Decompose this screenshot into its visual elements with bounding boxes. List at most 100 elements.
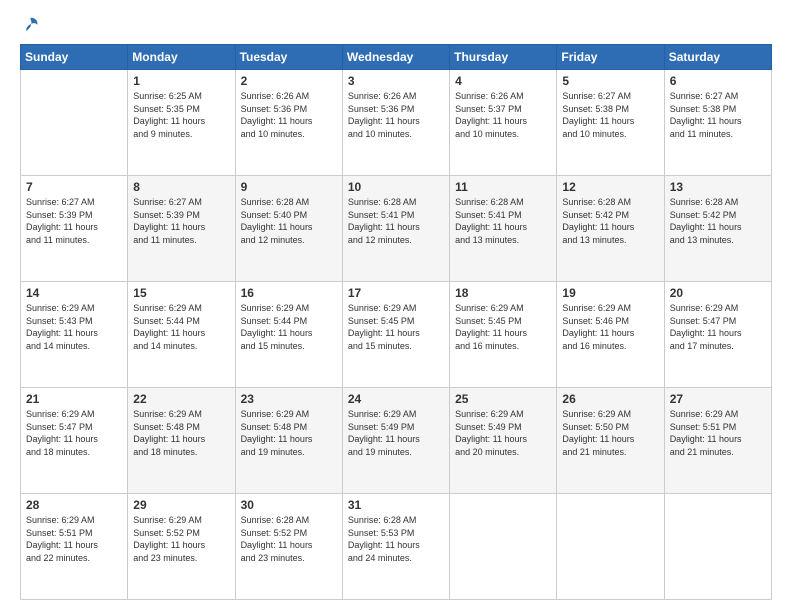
calendar-cell xyxy=(557,494,664,600)
day-number: 11 xyxy=(455,180,551,194)
calendar-cell: 21 Sunrise: 6:29 AM Sunset: 5:47 PM Dayli… xyxy=(21,388,128,494)
calendar-cell: 25 Sunrise: 6:29 AM Sunset: 5:49 PM Dayli… xyxy=(450,388,557,494)
calendar-cell: 30 Sunrise: 6:28 AM Sunset: 5:52 PM Dayli… xyxy=(235,494,342,600)
calendar-cell: 19 Sunrise: 6:29 AM Sunset: 5:46 PM Dayli… xyxy=(557,282,664,388)
day-number: 10 xyxy=(348,180,444,194)
calendar-cell: 15 Sunrise: 6:29 AM Sunset: 5:44 PM Dayli… xyxy=(128,282,235,388)
week-row-3: 14Sunrise: 6:29 AM Sunset: 5:43 PM Dayli… xyxy=(21,282,772,388)
day-number: 5 xyxy=(562,74,658,88)
day-number: 20 xyxy=(670,286,766,300)
calendar-cell: 5 Sunrise: 6:27 AM Sunset: 5:38 PM Daylig… xyxy=(557,70,664,176)
day-number: 22 xyxy=(133,392,229,406)
col-header-saturday: Saturday xyxy=(664,45,771,70)
day-info: Sunrise: 6:29 AM Sunset: 5:44 PM Dayligh… xyxy=(241,302,337,352)
calendar-cell: 18Sunrise: 6:29 AM Sunset: 5:45 PM Dayli… xyxy=(450,282,557,388)
day-info: Sunrise: 6:29 AM Sunset: 5:50 PM Dayligh… xyxy=(562,408,658,458)
calendar-cell: 1Sunrise: 6:25 AM Sunset: 5:35 PM Daylig… xyxy=(128,70,235,176)
calendar-cell: 29Sunrise: 6:29 AM Sunset: 5:52 PM Dayli… xyxy=(128,494,235,600)
day-info: Sunrise: 6:28 AM Sunset: 5:42 PM Dayligh… xyxy=(670,196,766,246)
day-info: Sunrise: 6:26 AM Sunset: 5:37 PM Dayligh… xyxy=(455,90,551,140)
day-info: Sunrise: 6:29 AM Sunset: 5:51 PM Dayligh… xyxy=(670,408,766,458)
calendar-cell: 2 Sunrise: 6:26 AM Sunset: 5:36 PM Daylig… xyxy=(235,70,342,176)
calendar-cell xyxy=(21,70,128,176)
day-info: Sunrise: 6:29 AM Sunset: 5:51 PM Dayligh… xyxy=(26,514,122,564)
day-info: Sunrise: 6:28 AM Sunset: 5:42 PM Dayligh… xyxy=(562,196,658,246)
day-number: 30 xyxy=(241,498,337,512)
calendar-cell: 28 Sunrise: 6:29 AM Sunset: 5:51 PM Dayli… xyxy=(21,494,128,600)
day-number: 25 xyxy=(455,392,551,406)
calendar-cell: 31Sunrise: 6:28 AM Sunset: 5:53 PM Dayli… xyxy=(342,494,449,600)
col-header-sunday: Sunday xyxy=(21,45,128,70)
calendar-cell: 22 Sunrise: 6:29 AM Sunset: 5:48 PM Dayli… xyxy=(128,388,235,494)
calendar-cell: 24Sunrise: 6:29 AM Sunset: 5:49 PM Dayli… xyxy=(342,388,449,494)
day-info: Sunrise: 6:28 AM Sunset: 5:41 PM Dayligh… xyxy=(348,196,444,246)
calendar: SundayMondayTuesdayWednesdayThursdayFrid… xyxy=(20,44,772,600)
calendar-cell: 4 Sunrise: 6:26 AM Sunset: 5:37 PM Daylig… xyxy=(450,70,557,176)
day-number: 23 xyxy=(241,392,337,406)
day-info: Sunrise: 6:29 AM Sunset: 5:46 PM Dayligh… xyxy=(562,302,658,352)
calendar-cell: 27Sunrise: 6:29 AM Sunset: 5:51 PM Dayli… xyxy=(664,388,771,494)
day-info: Sunrise: 6:29 AM Sunset: 5:45 PM Dayligh… xyxy=(348,302,444,352)
week-row-1: 1Sunrise: 6:25 AM Sunset: 5:35 PM Daylig… xyxy=(21,70,772,176)
calendar-cell: 6Sunrise: 6:27 AM Sunset: 5:38 PM Daylig… xyxy=(664,70,771,176)
day-info: Sunrise: 6:27 AM Sunset: 5:38 PM Dayligh… xyxy=(670,90,766,140)
day-number: 17 xyxy=(348,286,444,300)
calendar-cell: 13 Sunrise: 6:28 AM Sunset: 5:42 PM Dayli… xyxy=(664,176,771,282)
header-row: SundayMondayTuesdayWednesdayThursdayFrid… xyxy=(21,45,772,70)
day-info: Sunrise: 6:27 AM Sunset: 5:38 PM Dayligh… xyxy=(562,90,658,140)
day-number: 31 xyxy=(348,498,444,512)
day-info: Sunrise: 6:29 AM Sunset: 5:44 PM Dayligh… xyxy=(133,302,229,352)
calendar-cell: 12Sunrise: 6:28 AM Sunset: 5:42 PM Dayli… xyxy=(557,176,664,282)
calendar-cell: 11 Sunrise: 6:28 AM Sunset: 5:41 PM Dayli… xyxy=(450,176,557,282)
day-number: 21 xyxy=(26,392,122,406)
day-info: Sunrise: 6:29 AM Sunset: 5:47 PM Dayligh… xyxy=(26,408,122,458)
calendar-cell: 8 Sunrise: 6:27 AM Sunset: 5:39 PM Daylig… xyxy=(128,176,235,282)
day-number: 2 xyxy=(241,74,337,88)
calendar-cell: 23 Sunrise: 6:29 AM Sunset: 5:48 PM Dayli… xyxy=(235,388,342,494)
calendar-cell: 16 Sunrise: 6:29 AM Sunset: 5:44 PM Dayli… xyxy=(235,282,342,388)
day-number: 8 xyxy=(133,180,229,194)
day-info: Sunrise: 6:27 AM Sunset: 5:39 PM Dayligh… xyxy=(26,196,122,246)
day-number: 18 xyxy=(455,286,551,300)
calendar-cell: 3Sunrise: 6:26 AM Sunset: 5:36 PM Daylig… xyxy=(342,70,449,176)
day-number: 28 xyxy=(26,498,122,512)
day-info: Sunrise: 6:28 AM Sunset: 5:41 PM Dayligh… xyxy=(455,196,551,246)
calendar-cell: 10 Sunrise: 6:28 AM Sunset: 5:41 PM Dayli… xyxy=(342,176,449,282)
day-number: 29 xyxy=(133,498,229,512)
page: SundayMondayTuesdayWednesdayThursdayFrid… xyxy=(0,0,792,612)
day-number: 19 xyxy=(562,286,658,300)
calendar-cell xyxy=(450,494,557,600)
day-info: Sunrise: 6:26 AM Sunset: 5:36 PM Dayligh… xyxy=(241,90,337,140)
day-number: 7 xyxy=(26,180,122,194)
col-header-wednesday: Wednesday xyxy=(342,45,449,70)
header xyxy=(20,16,772,34)
day-info: Sunrise: 6:29 AM Sunset: 5:49 PM Dayligh… xyxy=(455,408,551,458)
day-number: 13 xyxy=(670,180,766,194)
week-row-4: 21 Sunrise: 6:29 AM Sunset: 5:47 PM Dayli… xyxy=(21,388,772,494)
col-header-monday: Monday xyxy=(128,45,235,70)
day-number: 15 xyxy=(133,286,229,300)
day-info: Sunrise: 6:28 AM Sunset: 5:40 PM Dayligh… xyxy=(241,196,337,246)
calendar-cell: 14Sunrise: 6:29 AM Sunset: 5:43 PM Dayli… xyxy=(21,282,128,388)
day-number: 1 xyxy=(133,74,229,88)
calendar-cell xyxy=(664,494,771,600)
col-header-tuesday: Tuesday xyxy=(235,45,342,70)
day-info: Sunrise: 6:29 AM Sunset: 5:48 PM Dayligh… xyxy=(133,408,229,458)
day-info: Sunrise: 6:28 AM Sunset: 5:52 PM Dayligh… xyxy=(241,514,337,564)
calendar-cell: 7 Sunrise: 6:27 AM Sunset: 5:39 PM Daylig… xyxy=(21,176,128,282)
day-info: Sunrise: 6:29 AM Sunset: 5:49 PM Dayligh… xyxy=(348,408,444,458)
day-info: Sunrise: 6:29 AM Sunset: 5:43 PM Dayligh… xyxy=(26,302,122,352)
calendar-cell: 9 Sunrise: 6:28 AM Sunset: 5:40 PM Daylig… xyxy=(235,176,342,282)
calendar-cell: 20Sunrise: 6:29 AM Sunset: 5:47 PM Dayli… xyxy=(664,282,771,388)
calendar-cell: 26Sunrise: 6:29 AM Sunset: 5:50 PM Dayli… xyxy=(557,388,664,494)
col-header-thursday: Thursday xyxy=(450,45,557,70)
logo-bird-icon xyxy=(22,16,40,34)
day-info: Sunrise: 6:27 AM Sunset: 5:39 PM Dayligh… xyxy=(133,196,229,246)
day-info: Sunrise: 6:26 AM Sunset: 5:36 PM Dayligh… xyxy=(348,90,444,140)
col-header-friday: Friday xyxy=(557,45,664,70)
logo xyxy=(20,16,40,34)
day-number: 16 xyxy=(241,286,337,300)
day-number: 4 xyxy=(455,74,551,88)
day-number: 9 xyxy=(241,180,337,194)
day-info: Sunrise: 6:29 AM Sunset: 5:48 PM Dayligh… xyxy=(241,408,337,458)
